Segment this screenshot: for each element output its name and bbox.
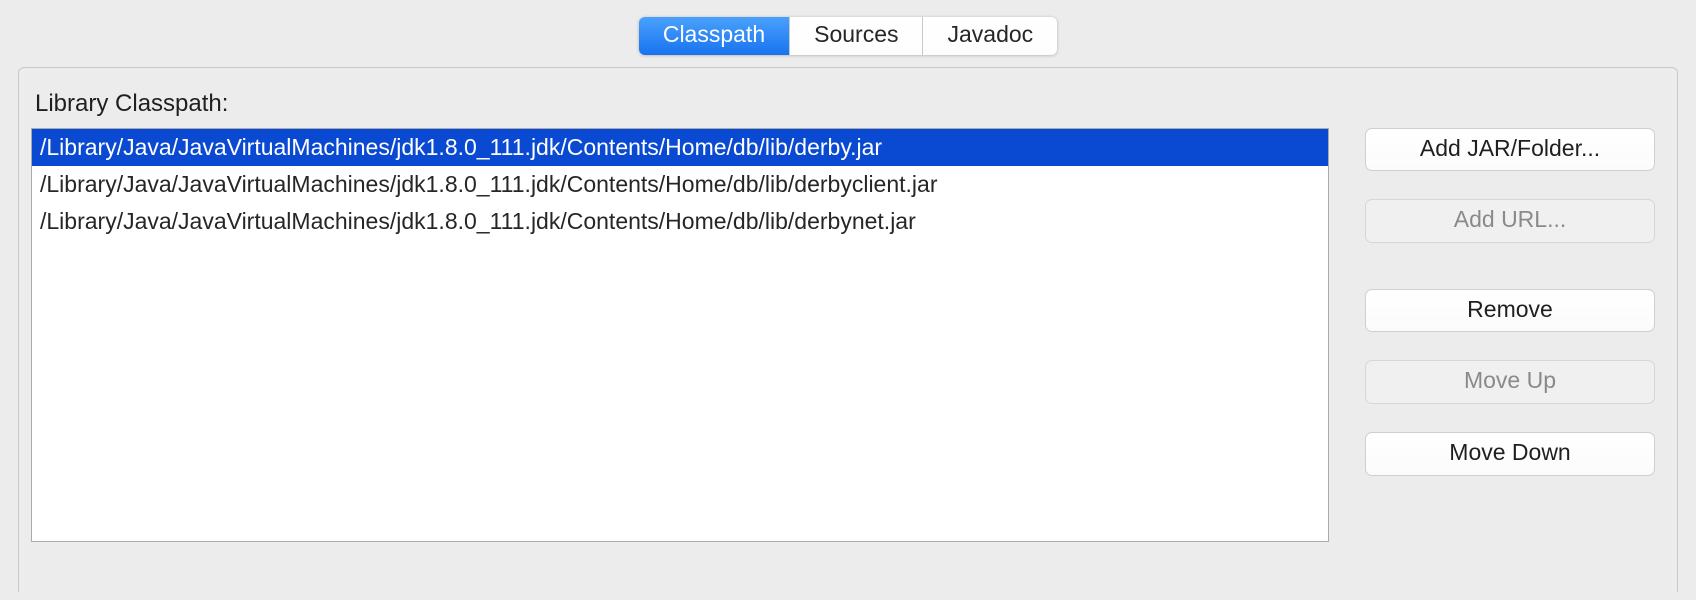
add-url-button[interactable]: Add URL...	[1365, 199, 1655, 243]
segmented-control: Classpath Sources Javadoc	[639, 17, 1057, 55]
tab-classpath[interactable]: Classpath	[639, 17, 790, 55]
tab-javadoc[interactable]: Javadoc	[923, 17, 1057, 55]
classpath-listbox[interactable]: /Library/Java/JavaVirtualMachines/jdk1.8…	[31, 128, 1329, 542]
content-row: /Library/Java/JavaVirtualMachines/jdk1.8…	[31, 128, 1655, 542]
move-down-button[interactable]: Move Down	[1365, 432, 1655, 476]
tab-sources[interactable]: Sources	[790, 17, 923, 55]
list-item[interactable]: /Library/Java/JavaVirtualMachines/jdk1.8…	[32, 166, 1328, 203]
add-jar-folder-button[interactable]: Add JAR/Folder...	[1365, 128, 1655, 172]
list-item[interactable]: /Library/Java/JavaVirtualMachines/jdk1.8…	[32, 129, 1328, 166]
button-column: Add JAR/Folder... Add URL... Remove Move…	[1365, 128, 1655, 542]
move-up-button[interactable]: Move Up	[1365, 360, 1655, 404]
panel-label: Library Classpath:	[35, 90, 1655, 118]
classpath-panel: Library Classpath: /Library/Java/JavaVir…	[18, 67, 1678, 592]
list-item[interactable]: /Library/Java/JavaVirtualMachines/jdk1.8…	[32, 203, 1328, 240]
remove-button[interactable]: Remove	[1365, 289, 1655, 333]
tab-bar: Classpath Sources Javadoc	[0, 0, 1696, 67]
